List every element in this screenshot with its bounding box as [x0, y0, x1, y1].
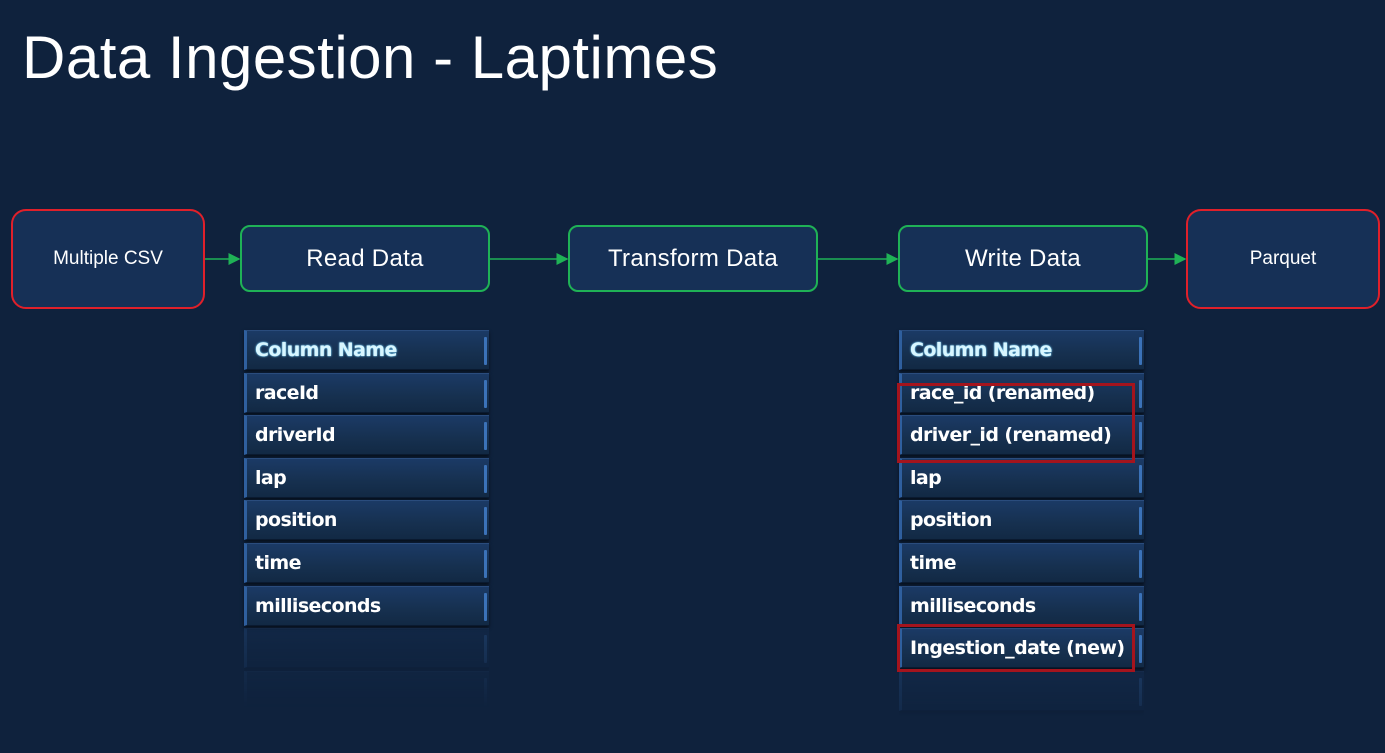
- read-table-row: raceId: [244, 372, 489, 413]
- read-columns-table: Column Name raceId driverId lap position…: [244, 330, 489, 711]
- write-table-row: time: [899, 542, 1144, 583]
- read-label: Read Data: [306, 244, 424, 272]
- read-table-row: time: [244, 542, 489, 583]
- step-box-write-data: Write Data: [898, 225, 1148, 292]
- write-table-row: milliseconds: [899, 585, 1144, 626]
- flow-arrows: [205, 253, 1187, 265]
- slide-title: Data Ingestion - Laptimes: [22, 24, 719, 91]
- target-label: Parquet: [1249, 248, 1317, 269]
- write-table-row: lap: [899, 457, 1144, 498]
- transform-label: Transform Data: [607, 244, 779, 272]
- read-table-row: driverId: [244, 415, 489, 456]
- read-table-row: lap: [244, 457, 489, 498]
- read-table-row: position: [244, 500, 489, 541]
- renamed-columns-highlight: [897, 383, 1135, 463]
- target-box-parquet: Parquet: [1186, 209, 1380, 309]
- read-table-row: milliseconds: [244, 585, 489, 626]
- new-column-highlight: [897, 624, 1135, 672]
- write-table-reflection: [899, 670, 1144, 751]
- step-box-read-data: Read Data: [240, 225, 490, 292]
- read-table-reflection: [244, 628, 489, 711]
- write-label: Write Data: [965, 244, 1081, 272]
- source-label: Multiple CSV: [53, 248, 163, 269]
- write-table-header: Column Name: [899, 330, 1144, 370]
- write-table-row: position: [899, 500, 1144, 541]
- step-box-transform-data: Transform Data: [568, 225, 818, 292]
- slide: Data Ingestion - Laptimes Multiple CSV R…: [0, 0, 1385, 753]
- source-box-multiple-csv: Multiple CSV: [11, 209, 205, 309]
- read-table-header: Column Name: [244, 330, 489, 370]
